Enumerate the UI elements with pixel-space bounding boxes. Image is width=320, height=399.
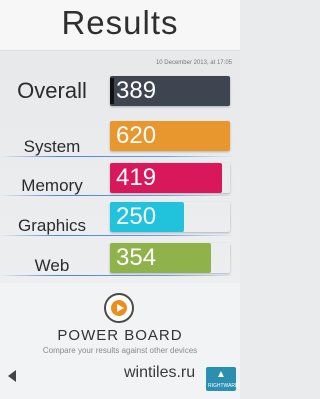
overall-value: 389: [116, 77, 157, 104]
rightware-logo-icon: ▲: [216, 369, 226, 380]
web-value: 354: [116, 244, 157, 271]
timestamp: 10 December 2013, at 17:05: [155, 60, 232, 66]
watermark: wintiles.ru: [124, 364, 196, 381]
rightware-badge: ▲ RIGHTWARE: [206, 367, 239, 391]
memory-value: 419: [116, 164, 157, 191]
graphics-underline: [0, 235, 235, 236]
play-circle-icon[interactable]: [104, 293, 134, 323]
system-bar: 620: [110, 121, 230, 151]
overall-bar: 389: [110, 76, 230, 106]
overall-label: Overall: [17, 78, 87, 103]
graphics-label: Graphics: [17, 216, 87, 235]
page-title: Results: [61, 4, 179, 41]
memory-bar: 419: [110, 163, 230, 193]
power-board-logo-text[interactable]: POWER BOARD: [0, 327, 240, 344]
web-bar: 354: [110, 243, 230, 273]
graphics-value: 250: [116, 203, 157, 230]
web-label: Web: [34, 256, 70, 275]
rightware-badge-text: RIGHTWARE: [208, 383, 239, 389]
system-underline: [0, 156, 235, 157]
web-underline: [0, 275, 235, 276]
back-arrow-icon[interactable]: [8, 370, 16, 382]
power-board-tagline: Compare your results against other devic…: [42, 346, 198, 355]
memory-underline: [0, 195, 235, 196]
graphics-bar: 250: [110, 202, 230, 232]
memory-label: Memory: [21, 176, 83, 195]
system-label: System: [23, 137, 81, 156]
system-value: 620: [116, 122, 157, 149]
